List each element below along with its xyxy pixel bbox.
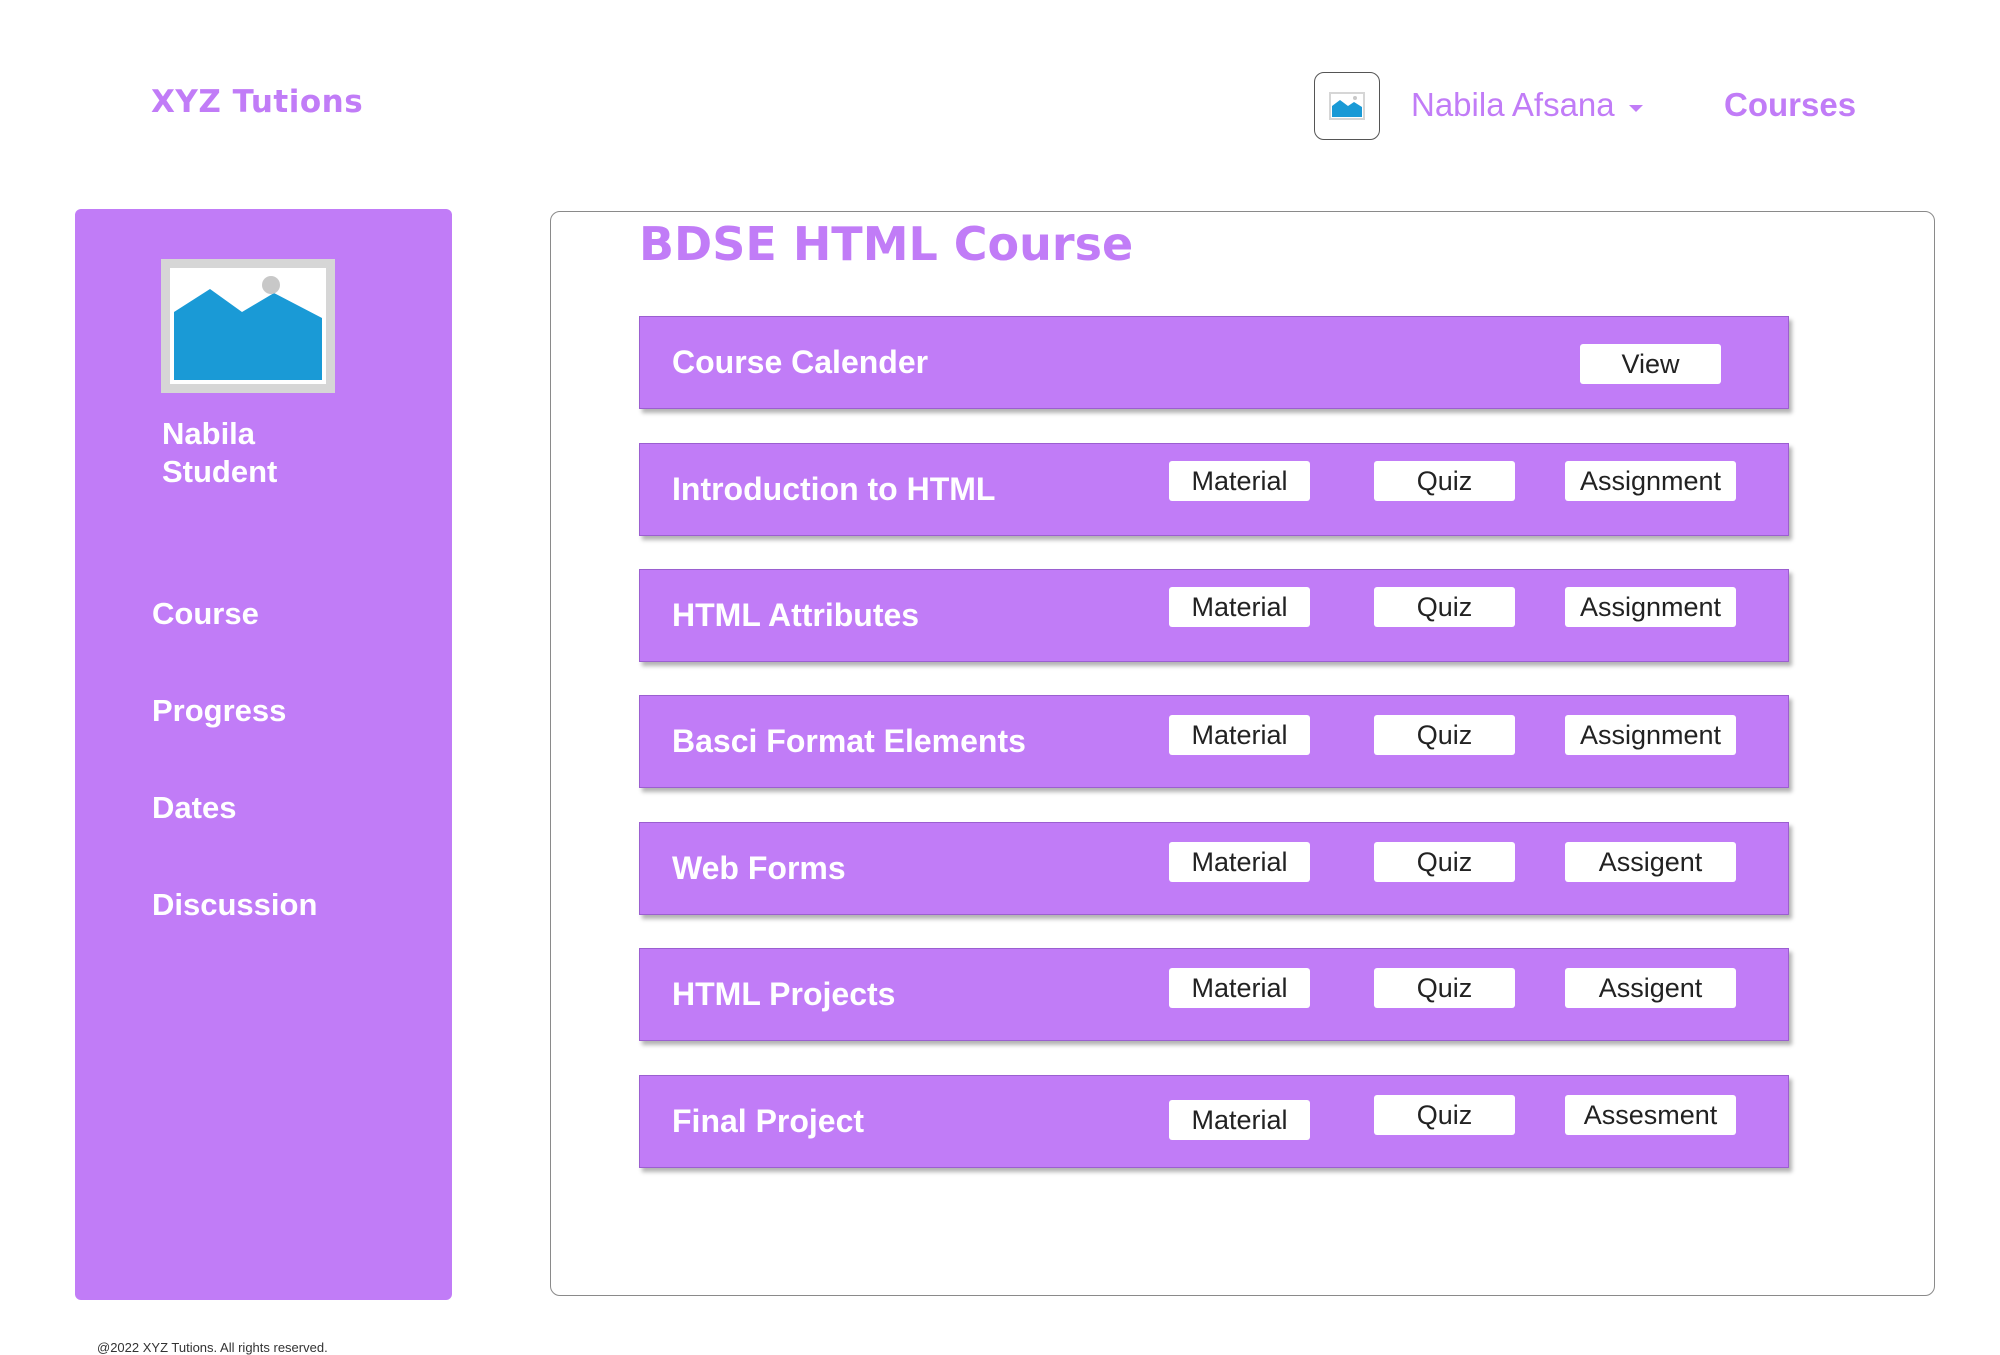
sidebar-nav: Course Progress Dates Discussion xyxy=(152,594,317,982)
module-row: HTML Attributes Material Quiz Assignment xyxy=(639,569,1789,662)
user-menu[interactable]: Nabila Afsana xyxy=(1411,86,1643,124)
assignment-button[interactable]: Assignment xyxy=(1565,715,1736,755)
page-title: BDSE HTML Course xyxy=(639,217,1134,271)
quiz-button[interactable]: Quiz xyxy=(1374,842,1515,882)
quiz-button[interactable]: Quiz xyxy=(1374,461,1515,501)
assessment-button[interactable]: Assesment xyxy=(1565,1095,1736,1135)
profile-role: Student xyxy=(162,454,278,489)
row-title[interactable]: Basci Format Elements xyxy=(672,696,1026,787)
assignment-button[interactable]: Assignment xyxy=(1565,587,1736,627)
quiz-button[interactable]: Quiz xyxy=(1374,968,1515,1008)
image-placeholder-icon xyxy=(170,268,326,384)
material-button[interactable]: Material xyxy=(1169,587,1310,627)
row-title[interactable]: Web Forms xyxy=(672,823,846,914)
quiz-button[interactable]: Quiz xyxy=(1374,715,1515,755)
row-title[interactable]: HTML Attributes xyxy=(672,570,919,661)
sidebar-item-discussion[interactable]: Discussion xyxy=(152,885,317,982)
sidebar: Nabila Student Course Progress Dates Dis… xyxy=(75,209,452,1300)
assignment-button[interactable]: Assigent xyxy=(1565,968,1736,1008)
profile-name: Nabila Student xyxy=(162,415,277,491)
module-row: Introduction to HTML Material Quiz Assig… xyxy=(639,443,1789,536)
module-row: Final Project Material Quiz Assesment xyxy=(639,1075,1789,1168)
course-calendar-row: Course Calender View xyxy=(639,316,1789,409)
profile-first-name: Nabila xyxy=(162,416,256,451)
row-title[interactable]: HTML Projects xyxy=(672,949,895,1040)
footer-copyright: @2022 XYZ Tutions. All rights reserved. xyxy=(97,1340,328,1355)
sidebar-item-progress[interactable]: Progress xyxy=(152,691,317,788)
quiz-button[interactable]: Quiz xyxy=(1374,1095,1515,1135)
assignment-button[interactable]: Assignment xyxy=(1565,461,1736,501)
material-button[interactable]: Material xyxy=(1169,968,1310,1008)
user-avatar[interactable] xyxy=(1314,72,1380,140)
view-button[interactable]: View xyxy=(1580,344,1721,384)
sidebar-item-course[interactable]: Course xyxy=(152,594,317,691)
module-row: HTML Projects Material Quiz Assigent xyxy=(639,948,1789,1041)
image-placeholder-icon xyxy=(1329,92,1365,120)
row-title[interactable]: Introduction to HTML xyxy=(672,444,995,535)
material-button[interactable]: Material xyxy=(1169,461,1310,501)
material-button[interactable]: Material xyxy=(1169,715,1310,755)
sidebar-item-dates[interactable]: Dates xyxy=(152,788,317,885)
profile-picture xyxy=(161,259,335,393)
caret-down-icon xyxy=(1628,104,1643,112)
module-row: Web Forms Material Quiz Assigent xyxy=(639,822,1789,915)
nav-courses-link[interactable]: Courses xyxy=(1724,86,1856,124)
brand-logo[interactable]: XYZ Tutions xyxy=(151,84,363,120)
assignment-button[interactable]: Assigent xyxy=(1565,842,1736,882)
material-button[interactable]: Material xyxy=(1169,842,1310,882)
material-button[interactable]: Material xyxy=(1169,1100,1310,1140)
row-title: Course Calender xyxy=(672,344,929,380)
quiz-button[interactable]: Quiz xyxy=(1374,587,1515,627)
row-title[interactable]: Final Project xyxy=(672,1076,864,1167)
user-name: Nabila Afsana xyxy=(1411,86,1615,123)
module-row: Basci Format Elements Material Quiz Assi… xyxy=(639,695,1789,788)
